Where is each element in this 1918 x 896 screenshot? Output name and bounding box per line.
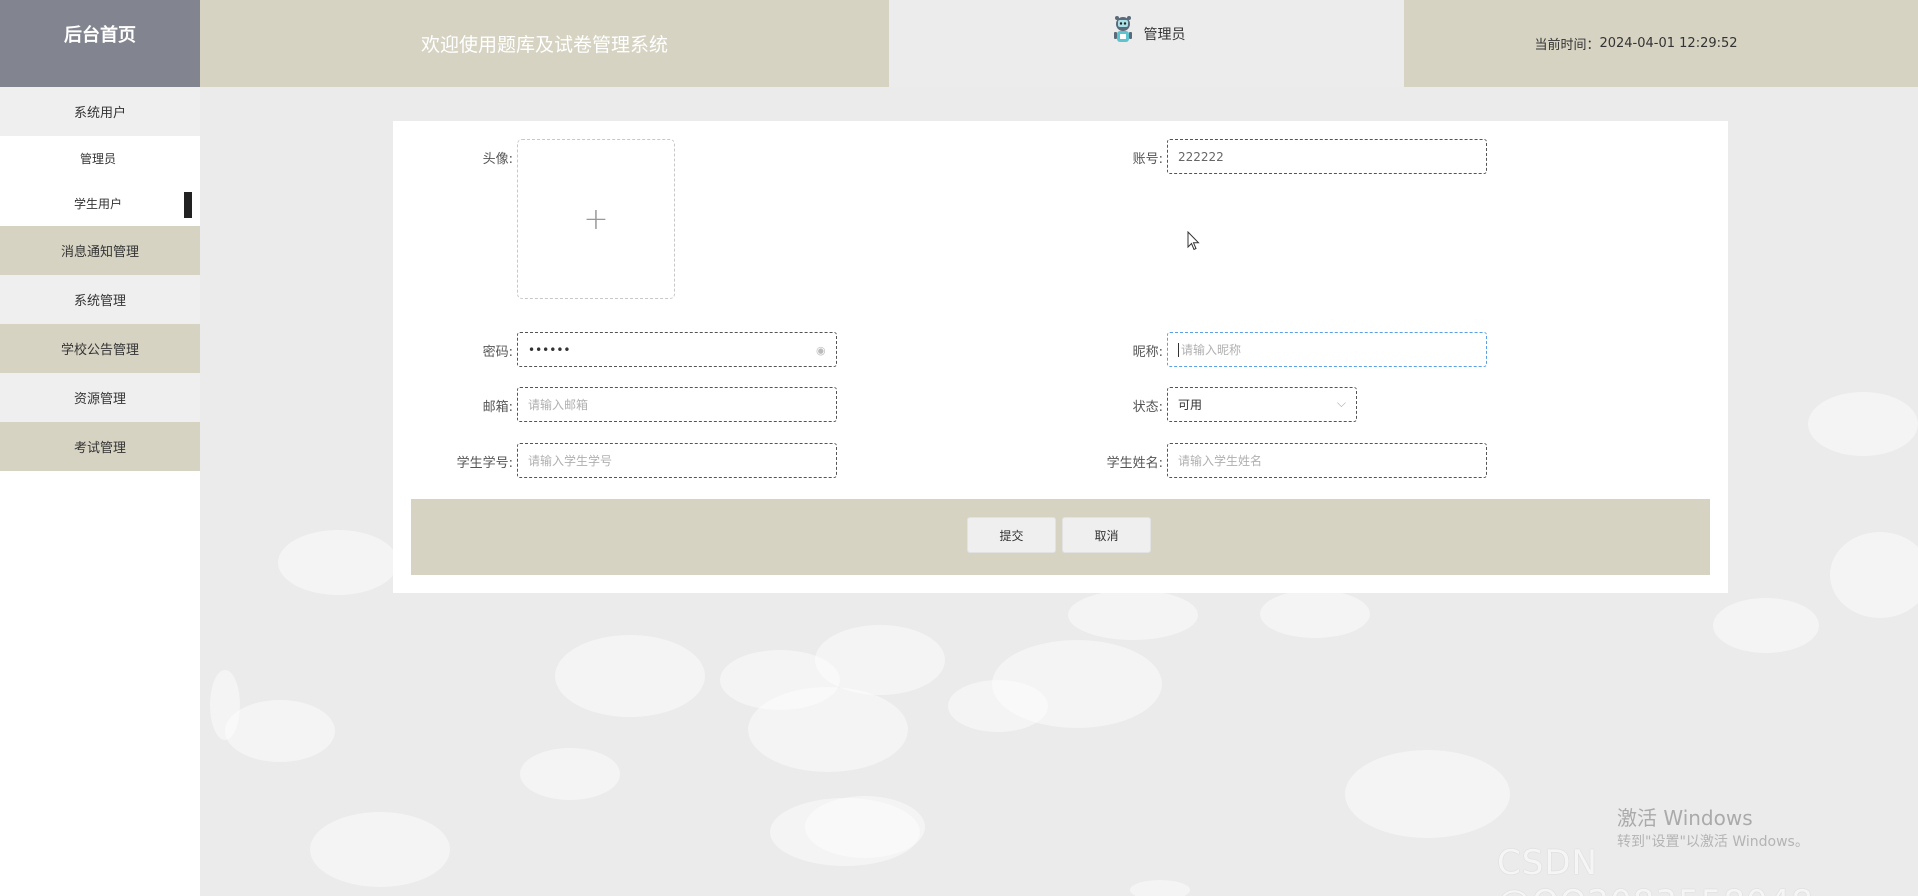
brand-home-link[interactable]: 后台首页 (0, 0, 200, 87)
nickname-input[interactable]: 请输入昵称 (1167, 332, 1487, 367)
nickname-placeholder: 请输入昵称 (1181, 343, 1242, 357)
student-name-label: 学生姓名: (1106, 456, 1163, 471)
account-value: 222222 (1178, 149, 1224, 164)
current-time: 当前时间： 2024-04-01 12:29:52 (1404, 0, 1918, 87)
active-indicator (184, 192, 192, 218)
form-actions: 提交 取消 (411, 499, 1710, 575)
sidebar-subitem-student-users[interactable]: 学生用户 (0, 181, 200, 226)
sidebar-item-system-users[interactable]: 系统用户 (0, 87, 200, 136)
sidebar-item-message-notifications[interactable]: 消息通知管理 (0, 226, 200, 275)
welcome-title: 欢迎使用题库及试卷管理系统 (200, 0, 889, 87)
user-info[interactable]: 管理员 (889, 0, 1404, 87)
submit-button[interactable]: 提交 (967, 517, 1056, 553)
csdn-watermark: CSDN @QQ2083558048 (1497, 843, 1813, 896)
robot-avatar-icon (1113, 16, 1132, 42)
sidebar-item-exams[interactable]: 考试管理 (0, 422, 200, 471)
sidebar-item-school-announcements[interactable]: 学校公告管理 (0, 324, 200, 373)
email-input[interactable]: 请输入邮箱 (517, 387, 837, 422)
nickname-label: 昵称: (1132, 345, 1163, 360)
password-input[interactable]: •••••• ◉ (517, 332, 837, 367)
student-no-label: 学生学号: (456, 456, 513, 471)
student-no-placeholder: 请输入学生学号 (528, 454, 613, 468)
email-placeholder: 请输入邮箱 (528, 398, 589, 412)
status-label: 状态: (1132, 400, 1163, 415)
user-edit-form: 头像: + 账号: 222222 密码: •••••• ◉ 昵称: 请输入昵称 … (393, 121, 1728, 593)
account-input[interactable]: 222222 (1167, 139, 1487, 174)
cancel-button[interactable]: 取消 (1062, 517, 1151, 553)
student-name-input[interactable]: 请输入学生姓名 (1167, 443, 1487, 478)
status-value: 可用 (1178, 398, 1203, 412)
avatar-label: 头像: (482, 152, 513, 167)
email-label: 邮箱: (482, 400, 513, 415)
account-label: 账号: (1132, 152, 1163, 167)
password-value: •••••• (528, 342, 571, 357)
status-select[interactable]: 可用 ⌵ (1167, 387, 1357, 422)
eye-icon[interactable]: ◉ (816, 344, 828, 357)
password-label: 密码: (482, 345, 513, 360)
windows-activation-title: 激活 Windows (1617, 806, 1753, 830)
time-label: 当前时间： (1534, 38, 1600, 53)
plus-icon: + (583, 201, 609, 237)
user-name: 管理员 (1143, 27, 1186, 43)
student-name-placeholder: 请输入学生姓名 (1178, 454, 1263, 468)
time-value: 2024-04-01 12:29:52 (1599, 36, 1738, 51)
sidebar: 系统用户 管理员 学生用户 消息通知管理 系统管理 学校公告管理 资源管理 考试… (0, 87, 200, 896)
student-no-input[interactable]: 请输入学生学号 (517, 443, 837, 478)
avatar-upload-button[interactable]: + (517, 139, 675, 299)
sidebar-subitem-admin[interactable]: 管理员 (0, 136, 200, 181)
text-caret (1178, 342, 1179, 357)
sidebar-item-system-management[interactable]: 系统管理 (0, 275, 200, 324)
mouse-cursor-icon (1187, 231, 1200, 251)
sidebar-item-resources[interactable]: 资源管理 (0, 373, 200, 422)
chevron-down-icon: ⌵ (1336, 396, 1346, 410)
